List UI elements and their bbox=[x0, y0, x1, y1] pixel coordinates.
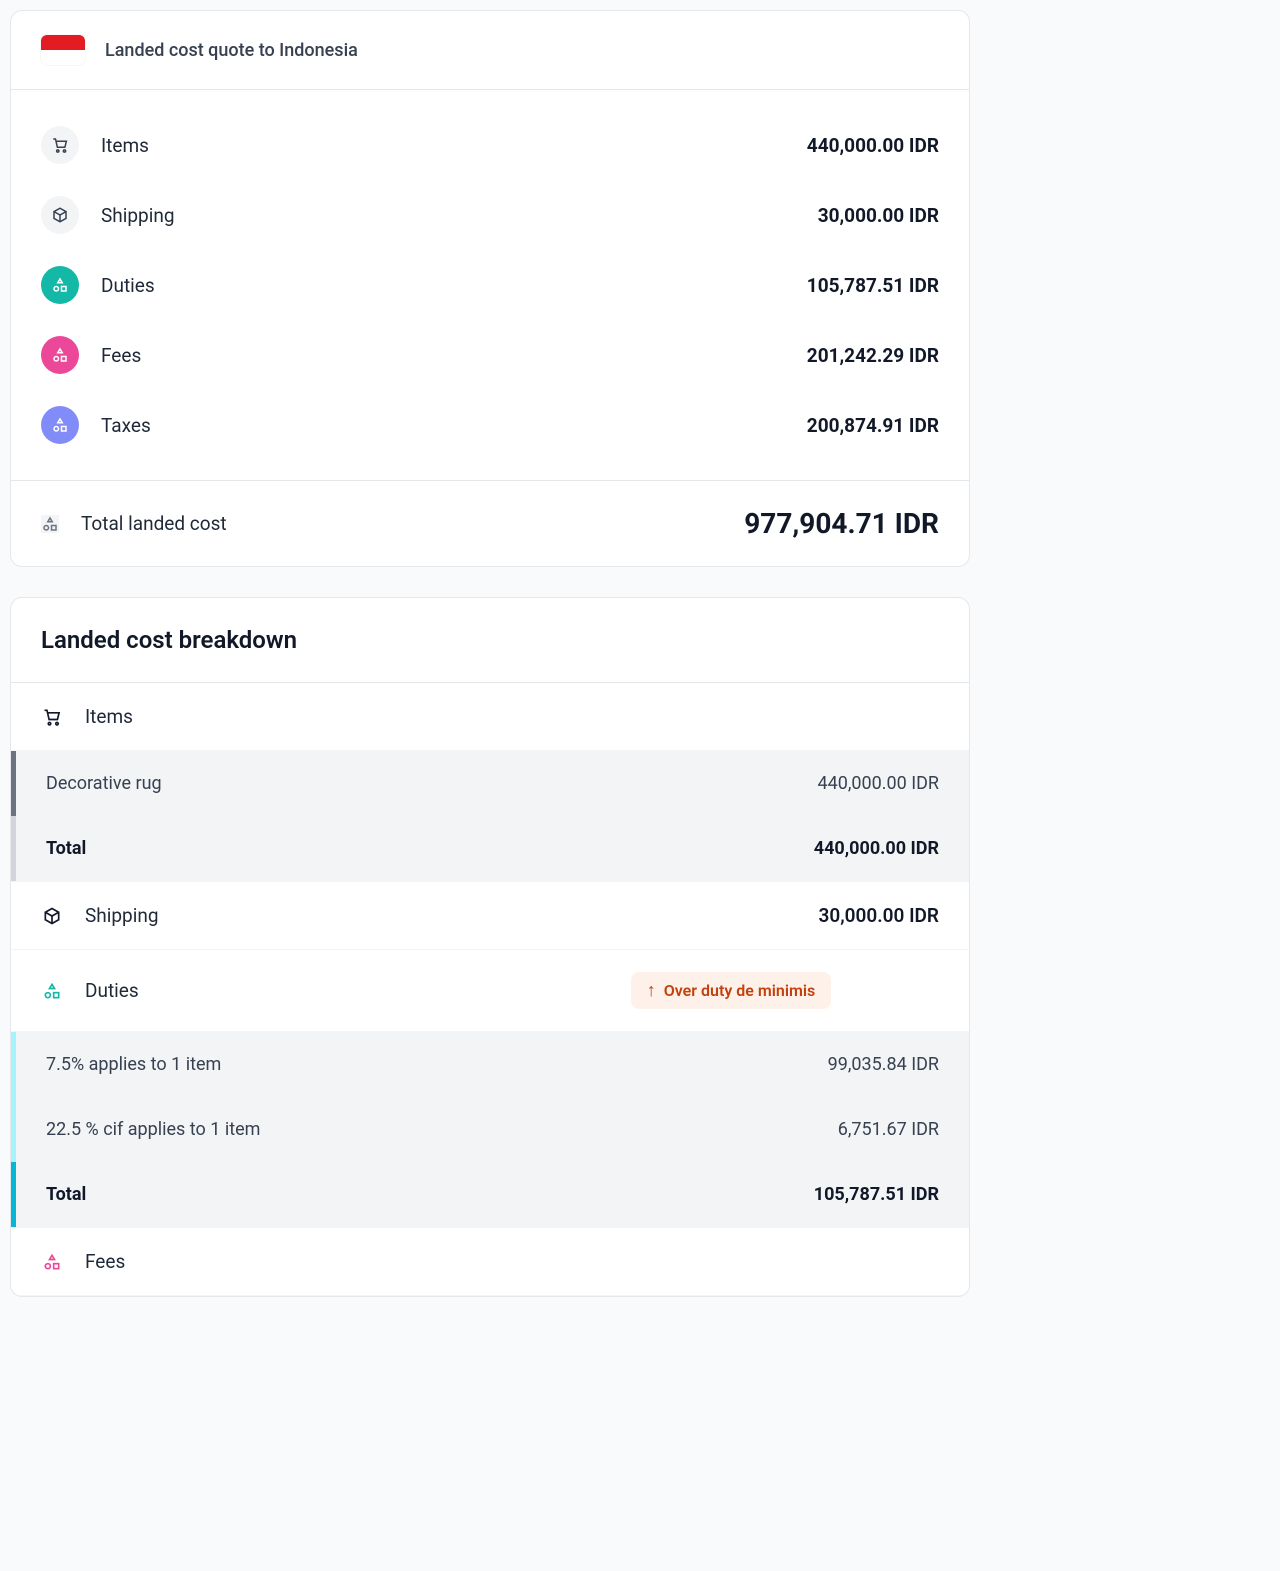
shapes-icon bbox=[41, 515, 59, 533]
section-label: Items bbox=[85, 705, 939, 728]
package-icon bbox=[41, 905, 63, 927]
cart-icon bbox=[41, 126, 79, 164]
line-item: 7.5% applies to 1 item 99,035.84 IDR bbox=[16, 1032, 969, 1097]
summary-label: Taxes bbox=[101, 414, 807, 437]
cart-icon bbox=[41, 706, 63, 728]
summary-list: Items 440,000.00 IDR Shipping 30,000.00 … bbox=[11, 90, 969, 480]
summary-label: Items bbox=[101, 134, 807, 157]
shapes-icon bbox=[41, 336, 79, 374]
quote-title: Landed cost quote to Indonesia bbox=[105, 40, 358, 61]
indonesia-flag-icon bbox=[41, 35, 85, 65]
breakdown-items-block: Decorative rug 440,000.00 IDR bbox=[11, 751, 969, 816]
breakdown-duties-total: Total 105,787.51 IDR bbox=[11, 1162, 969, 1227]
de-minimis-badge: ↑ Over duty de minimis bbox=[631, 972, 832, 1009]
breakdown-title: Landed cost breakdown bbox=[11, 598, 969, 683]
line-value: 440,000.00 IDR bbox=[818, 773, 939, 794]
line-item: 22.5 % cif applies to 1 item 6,751.67 ID… bbox=[16, 1097, 969, 1162]
line-value: 105,787.51 IDR bbox=[814, 1184, 939, 1205]
line-total: Total 440,000.00 IDR bbox=[16, 816, 969, 881]
summary-value: 30,000.00 IDR bbox=[818, 204, 939, 227]
section-head-duties: Duties ↑ Over duty de minimis bbox=[11, 950, 969, 1032]
summary-row-taxes: Taxes 200,874.91 IDR bbox=[41, 390, 939, 460]
total-row: Total landed cost 977,904.71 IDR bbox=[11, 480, 969, 566]
summary-label: Shipping bbox=[101, 204, 818, 227]
line-value: 440,000.00 IDR bbox=[814, 838, 939, 859]
badge-text: Over duty de minimis bbox=[664, 981, 816, 1000]
summary-value: 105,787.51 IDR bbox=[807, 274, 939, 297]
arrow-up-icon: ↑ bbox=[647, 980, 656, 1001]
breakdown-card: Landed cost breakdown Items Decorative r… bbox=[10, 597, 970, 1297]
line-label: 7.5% applies to 1 item bbox=[46, 1054, 828, 1075]
section-head-items: Items bbox=[11, 683, 969, 751]
quote-card: Landed cost quote to Indonesia Items 440… bbox=[10, 10, 970, 567]
summary-row-shipping: Shipping 30,000.00 IDR bbox=[41, 180, 939, 250]
line-label: Decorative rug bbox=[46, 773, 818, 794]
section-value: 30,000.00 IDR bbox=[819, 904, 939, 927]
breakdown-items-total: Total 440,000.00 IDR bbox=[11, 816, 969, 881]
line-value: 99,035.84 IDR bbox=[828, 1054, 939, 1075]
line-item: Decorative rug 440,000.00 IDR bbox=[16, 751, 969, 816]
line-label: Total bbox=[46, 1184, 814, 1205]
total-label: Total landed cost bbox=[81, 512, 744, 535]
summary-row-fees: Fees 201,242.29 IDR bbox=[41, 320, 939, 390]
package-icon bbox=[41, 196, 79, 234]
quote-header: Landed cost quote to Indonesia bbox=[11, 11, 969, 90]
summary-label: Duties bbox=[101, 274, 807, 297]
shapes-icon bbox=[41, 980, 63, 1002]
summary-value: 200,874.91 IDR bbox=[807, 414, 939, 437]
summary-label: Fees bbox=[101, 344, 807, 367]
summary-value: 201,242.29 IDR bbox=[807, 344, 939, 367]
total-value: 977,904.71 IDR bbox=[744, 507, 939, 540]
section-label: Fees bbox=[85, 1250, 939, 1273]
summary-value: 440,000.00 IDR bbox=[807, 134, 939, 157]
breakdown-duties-block: 7.5% applies to 1 item 99,035.84 IDR 22.… bbox=[11, 1032, 969, 1162]
section-label: Shipping bbox=[85, 904, 797, 927]
shapes-icon bbox=[41, 266, 79, 304]
line-total: Total 105,787.51 IDR bbox=[16, 1162, 969, 1227]
line-value: 6,751.67 IDR bbox=[838, 1119, 939, 1140]
shapes-icon bbox=[41, 1251, 63, 1273]
line-label: Total bbox=[46, 838, 814, 859]
section-label: Duties bbox=[85, 979, 501, 1002]
section-head-fees: Fees bbox=[11, 1227, 969, 1296]
section-head-shipping: Shipping 30,000.00 IDR bbox=[11, 881, 969, 950]
summary-row-duties: Duties 105,787.51 IDR bbox=[41, 250, 939, 320]
line-label: 22.5 % cif applies to 1 item bbox=[46, 1119, 838, 1140]
shapes-icon bbox=[41, 406, 79, 444]
summary-row-items: Items 440,000.00 IDR bbox=[41, 110, 939, 180]
